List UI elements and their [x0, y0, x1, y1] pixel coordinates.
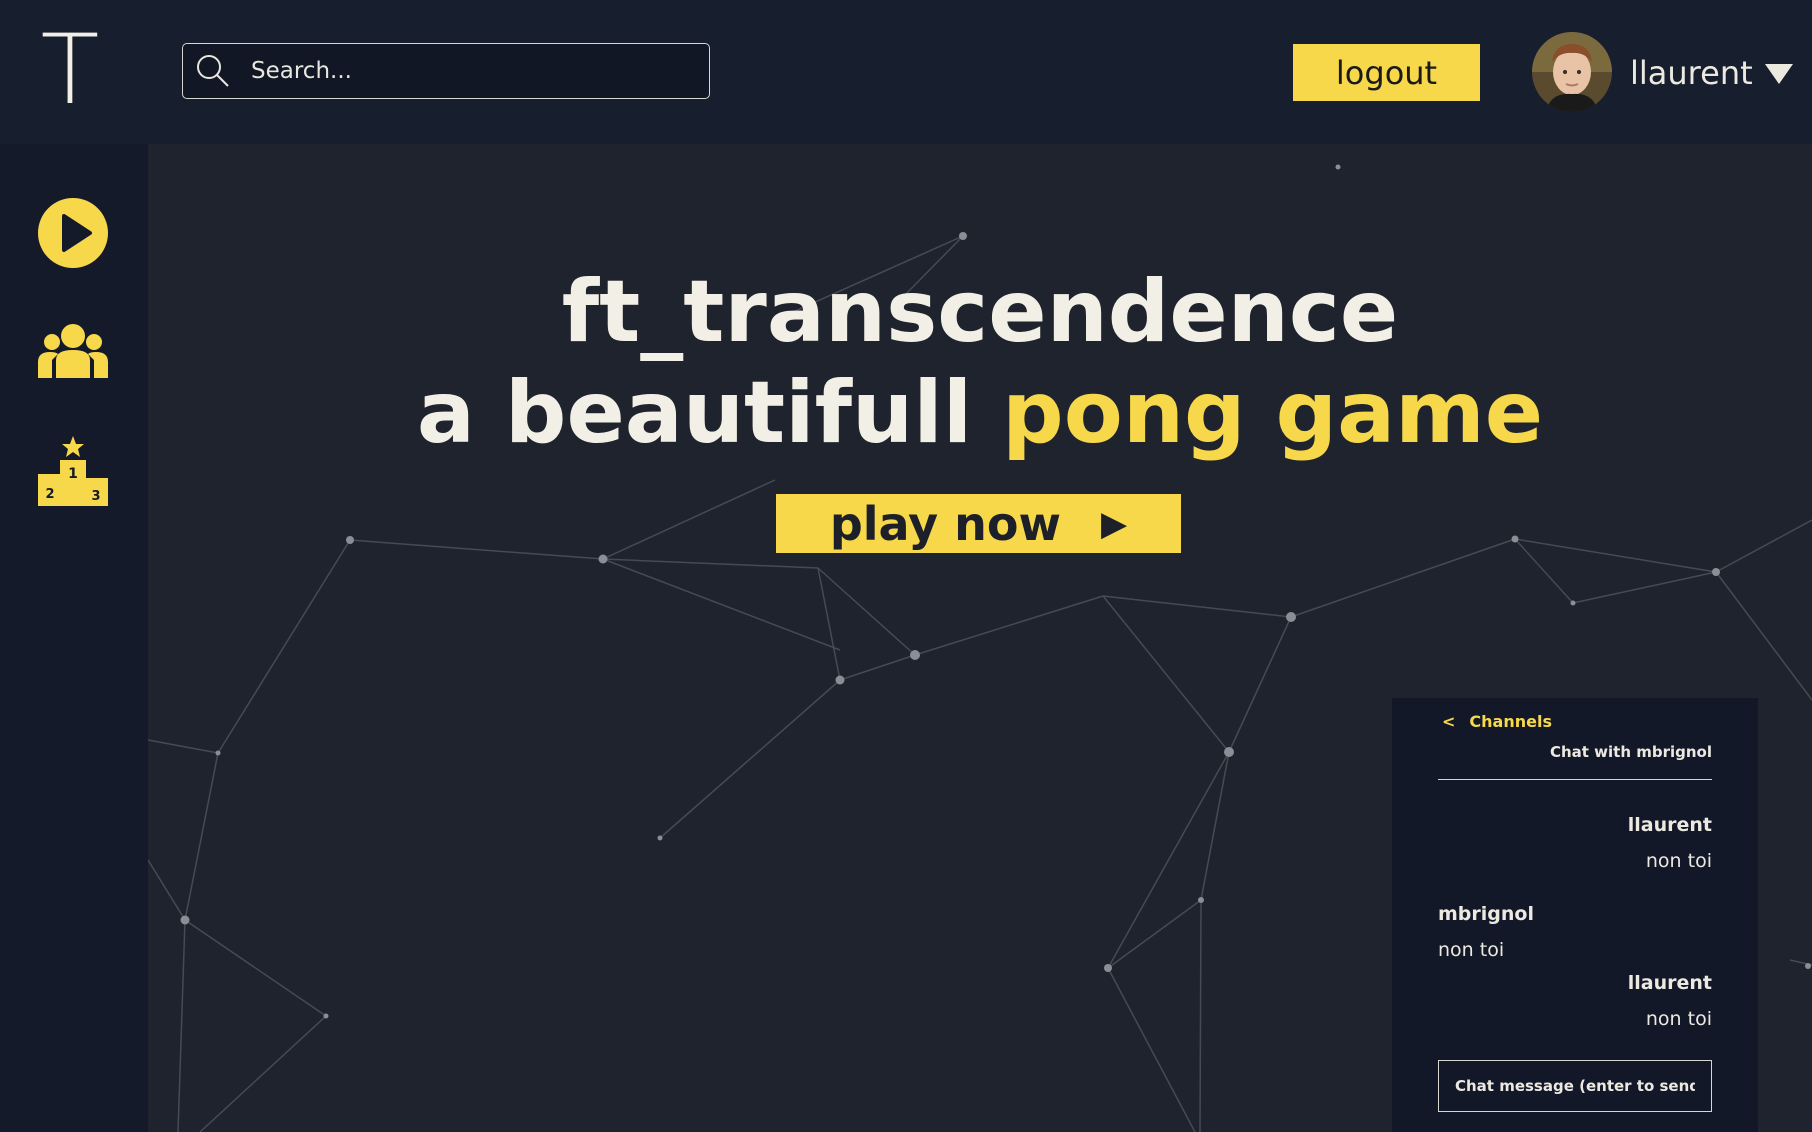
message-text: non toi: [1645, 1008, 1712, 1030]
hero-subtitle: a beautifull pong game: [148, 363, 1812, 463]
search-icon: [197, 55, 229, 87]
message-author: llaurent: [1627, 814, 1712, 836]
hero-subtitle-prefix: a beautifull: [416, 363, 1003, 463]
back-chevron-icon: <: [1442, 712, 1456, 731]
message-text: non toi: [1438, 939, 1505, 961]
app-logo[interactable]: T: [40, 22, 100, 118]
group-icon[interactable]: [36, 314, 110, 388]
svg-text:1: 1: [68, 466, 78, 482]
top-header: T logout llaurent: [0, 0, 1812, 144]
sidebar: 1 2 3: [0, 144, 148, 1132]
chat-title: Chat with mbrignol: [1549, 743, 1712, 761]
chevron-down-icon[interactable]: [1764, 62, 1794, 86]
channels-label: Channels: [1469, 712, 1552, 731]
channels-back-link[interactable]: < Channels: [1442, 712, 1552, 731]
chat-panel: < Channels Chat with mbrignol llaurent n…: [1392, 698, 1758, 1132]
chat-message: llaurent non toi: [1438, 812, 1712, 874]
search-bar[interactable]: [182, 43, 710, 99]
svg-text:3: 3: [91, 489, 100, 504]
message-text: non toi: [1645, 850, 1712, 872]
username-label[interactable]: llaurent: [1630, 50, 1753, 96]
hero-subtitle-accent: pong game: [1002, 363, 1544, 463]
play-arrow-icon: ▶: [1101, 503, 1128, 544]
play-circle-icon[interactable]: [36, 196, 110, 270]
avatar[interactable]: [1532, 32, 1612, 112]
search-input[interactable]: [235, 43, 709, 99]
message-author: llaurent: [1627, 972, 1712, 994]
chat-message: mbrignol non toi: [1438, 901, 1712, 963]
avatar-image: [1532, 32, 1612, 112]
svg-text:2: 2: [45, 487, 54, 502]
logout-button[interactable]: logout: [1293, 44, 1480, 101]
play-now-button[interactable]: play now ▶: [776, 494, 1181, 553]
podium-icon[interactable]: 1 2 3: [36, 434, 110, 508]
chat-divider: [1438, 779, 1712, 780]
play-now-label: play now: [829, 496, 1061, 551]
chat-message: llaurent non toi: [1438, 970, 1712, 1032]
hero-title: ft_transcendence: [561, 262, 1399, 362]
chat-message-input[interactable]: [1438, 1060, 1712, 1112]
message-author: mbrignol: [1438, 903, 1534, 925]
